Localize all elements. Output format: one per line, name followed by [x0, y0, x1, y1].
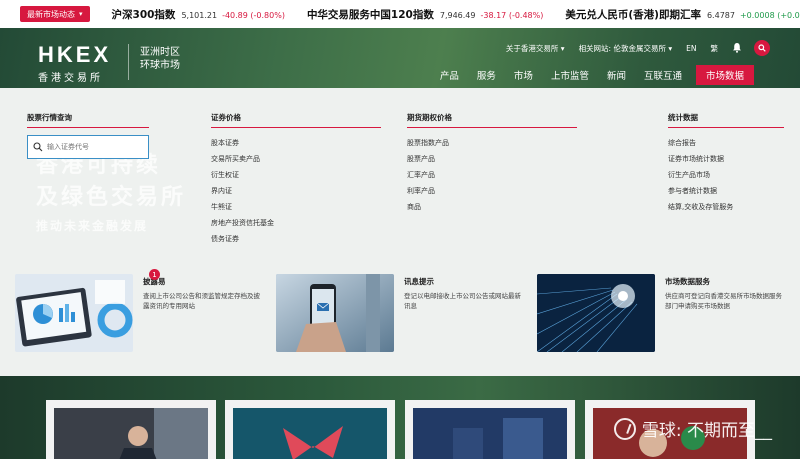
card-desc: 供应商可登记向香港交易所市场数据服务部门申请购买市场数据 [665, 292, 782, 310]
notification-badge: 1 [149, 269, 160, 280]
card-hkexnews[interactable]: 1 披露易 查阅上市公司公告和须监管规定存档及披露资讯的专用网站 [15, 269, 261, 352]
ticker-item-cesc120[interactable]: 中华交易服务中国120指数 7,946.49 -38.17 (-0.48%) [307, 7, 543, 22]
logo-divider [128, 44, 129, 80]
tile-image-ribbon [233, 408, 387, 459]
menu-link[interactable]: 综合报告 [668, 135, 784, 151]
menu-link[interactable]: 界内证 [211, 183, 381, 199]
card-email-alert[interactable]: 讯息提示 登记以电邮接收上市公司公告或网站最新讯息 [276, 274, 522, 352]
nav-products[interactable]: 产品 [440, 65, 459, 85]
main-nav: 产品 服务 市场 上市监管 新闻 互联互通 市场数据 [422, 65, 754, 85]
card-desc: 查阅上市公司公告和须监管规定存档及披露资讯的专用网站 [143, 292, 260, 310]
search-icon [33, 142, 43, 152]
menu-link[interactable]: 汇率产品 [407, 167, 577, 183]
col-futures-options-prices: 期货期权价格 股票指数产品 股票产品 汇率产品 利率产品 商品 [407, 112, 577, 215]
site-header: HKEX 香港交易所 亚洲时区 环球市场 关于香港交易所 ▾ 相关网站: 伦敦金… [0, 28, 800, 88]
menu-link[interactable]: 参与者统计数据 [668, 183, 784, 199]
menu-link[interactable]: 债务证券 [211, 231, 381, 247]
card-image-phone [276, 274, 394, 352]
card-image-analytics [15, 274, 133, 352]
latest-market-update-button[interactable]: 最新市场动态 ▾ [20, 6, 90, 22]
tagline: 亚洲时区 环球市场 [140, 47, 180, 71]
menu-link[interactable]: 衍生权证 [211, 167, 381, 183]
tile-image-person [54, 408, 208, 459]
nav-listing[interactable]: 上市监管 [551, 65, 589, 85]
col-quote-search: 股票行情查询 [27, 112, 149, 159]
search-icon[interactable] [754, 40, 770, 56]
menu-link[interactable]: 股本证券 [211, 135, 381, 151]
nav-connect[interactable]: 互联互通 [644, 65, 682, 85]
menu-link[interactable]: 商品 [407, 199, 577, 215]
menu-link[interactable]: 结算,交收及存管服务 [668, 199, 784, 215]
security-code-input[interactable] [47, 143, 142, 151]
hero-background-text: 香港可持续 及绿色交易所 推动未来金融发展 [36, 153, 187, 233]
market-data-mega-menu: 香港可持续 及绿色交易所 推动未来金融发展 股票行情查询 证券价格 股本证券 交… [0, 88, 800, 376]
hkex-logo[interactable]: HKEX 香港交易所 [38, 42, 111, 84]
card-market-data-services[interactable]: 市场数据服务 供应商可登记向香港交易所市场数据服务部门申请购买市场数据 [537, 274, 783, 352]
lang-tc-link[interactable]: 繁 [711, 43, 719, 54]
menu-link[interactable]: 房地产投资信托基金 [211, 215, 381, 231]
security-code-search[interactable] [27, 135, 149, 159]
chevron-down-icon: ▾ [79, 10, 83, 18]
news-tile[interactable] [46, 400, 216, 459]
bell-icon[interactable] [732, 42, 742, 55]
menu-link[interactable]: 证券市场统计数据 [668, 151, 784, 167]
card-image-fiber-optics [537, 274, 655, 352]
about-hkex-link[interactable]: 关于香港交易所 ▾ [506, 43, 565, 54]
lang-en-link[interactable]: EN [686, 44, 696, 53]
card-title: 讯息提示 [404, 277, 434, 286]
nav-market-data[interactable]: 市场数据 [695, 65, 754, 85]
nav-services[interactable]: 服务 [477, 65, 496, 85]
utility-bar: 关于香港交易所 ▾ 相关网站: 伦敦金属交易所 ▾ EN 繁 [492, 40, 770, 56]
news-tiles-strip: 雪球: 不期而至__ [0, 376, 800, 459]
menu-link[interactable]: 股票产品 [407, 151, 577, 167]
menu-link[interactable]: 牛熊证 [211, 199, 381, 215]
news-tile[interactable] [225, 400, 395, 459]
nav-market[interactable]: 市场 [514, 65, 533, 85]
col-title: 期货期权价格 [407, 112, 577, 128]
nav-news[interactable]: 新闻 [607, 65, 626, 85]
menu-link[interactable]: 衍生产品市场 [668, 167, 784, 183]
xueqiu-watermark: 雪球: 不期而至__ [613, 416, 772, 441]
latest-market-update-label: 最新市场动态 [27, 9, 75, 19]
col-securities-prices: 证券价格 股本证券 交易所买卖产品 衍生权证 界内证 牛熊证 房地产投资信托基金… [211, 112, 381, 247]
col-title: 统计数据 [668, 112, 784, 128]
col-statistics: 统计数据 综合报告 证券市场统计数据 衍生产品市场 参与者统计数据 结算,交收及… [668, 112, 784, 215]
col-title: 股票行情查询 [27, 112, 149, 128]
card-title: 市场数据服务 [665, 277, 710, 286]
menu-link[interactable]: 股票指数产品 [407, 135, 577, 151]
menu-link[interactable]: 交易所买卖产品 [211, 151, 381, 167]
menu-link[interactable]: 利率产品 [407, 183, 577, 199]
tile-image-meeting [413, 408, 567, 459]
news-tile[interactable] [405, 400, 575, 459]
card-desc: 登记以电邮接收上市公司公告或网站最新讯息 [404, 292, 521, 310]
col-title: 证券价格 [211, 112, 381, 128]
xueqiu-logo-icon [613, 417, 636, 440]
market-ticker: 最新市场动态 ▾ 沪深300指数 5,101.21 -40.89 (-0.80%… [0, 0, 800, 28]
card-title: 披露易 [143, 277, 166, 286]
related-sites-link[interactable]: 相关网站: 伦敦金属交易所 ▾ [579, 43, 673, 54]
ticker-item-usdcnh[interactable]: 美元兑人民币(香港)即期汇率 6.4787 +0.0008 (+0.01%) [565, 7, 800, 22]
ticker-item-csi300[interactable]: 沪深300指数 5,101.21 -40.89 (-0.80%) [112, 7, 285, 22]
